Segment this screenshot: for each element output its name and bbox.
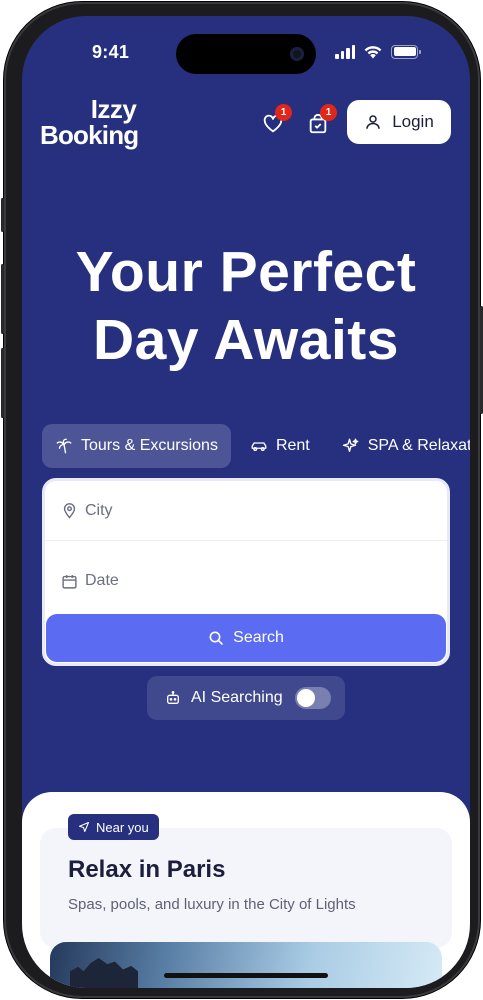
battery-icon [391,44,421,59]
date-field[interactable]: Date [45,551,447,611]
home-indicator[interactable] [164,973,328,978]
volume-down-button [1,348,4,418]
calendar-icon [62,574,77,589]
cellular-signal-icon [335,44,355,59]
tab-tours-excursions[interactable]: Tours & Excursions [42,424,231,468]
logo-line-2: Booking [40,120,139,150]
clock: 9:41 [92,42,130,62]
volume-up-button [1,264,4,334]
chip-label: Near you [96,819,149,835]
favorites-count-badge: 1 [275,104,292,121]
sparkle-icon [342,438,359,452]
system-indicators [335,44,421,59]
logo-line-1: Izzy [90,94,137,124]
navigation-arrow-icon [78,821,90,833]
cart-button[interactable]: 1 [305,104,337,136]
city-placeholder: City [85,501,113,519]
favorites-button[interactable]: 1 [260,104,292,136]
mute-switch [1,198,4,232]
ai-searching-switch[interactable] [294,687,331,709]
featured-title: Relax in Paris [68,856,226,883]
login-button[interactable]: Login [347,100,451,144]
hero-line-2: Day Awaits [93,308,399,372]
dynamic-island [176,34,316,74]
app-screen: 9:41 Izzy Booking 1 1 Login Your Perfect… [22,16,470,988]
app-logo[interactable]: Izzy Booking [40,94,139,150]
building-silhouette [70,958,138,988]
ai-searching-toggle-row[interactable]: AI Searching [147,676,345,720]
user-icon [366,115,380,129]
near-you-chip: Near you [68,814,159,840]
status-bar: 9:41 [22,16,470,76]
hero-title: Your Perfect Day Awaits [22,238,470,374]
search-card: City Date Search [42,478,450,666]
ai-searching-label: AI Searching [191,689,283,706]
wifi-icon [364,46,382,59]
front-camera [290,47,304,61]
location-pin-icon [63,503,76,519]
car-icon [251,442,267,452]
palm-tree-icon [56,438,72,454]
tab-spa-relaxation[interactable]: SPA & Relaxation [329,424,470,468]
search-button-label: Search [233,629,284,646]
cart-count-badge: 1 [320,104,337,121]
search-button[interactable]: Search [46,614,446,662]
date-placeholder: Date [85,572,119,589]
featured-image[interactable] [50,942,442,988]
phone-frame: 9:41 Izzy Booking 1 1 Login Your Perfect… [1,2,483,998]
tab-rent[interactable]: Rent [237,424,323,468]
hero-line-1: Your Perfect [75,240,417,304]
content-sheet: Near you Relax in Paris Spas, pools, and… [22,792,470,988]
featured-subtitle: Spas, pools, and luxury in the City of L… [68,896,356,913]
tab-label: SPA & Relaxation [367,437,470,454]
category-tabs: Tours & Excursions Rent SPA & Relaxation [42,424,470,468]
search-icon [209,631,223,645]
tab-label: Tours & Excursions [81,437,218,454]
city-field[interactable]: City [45,481,447,541]
login-label: Login [392,112,434,131]
tab-label: Rent [275,437,310,454]
robot-icon [167,691,179,704]
featured-card[interactable] [40,828,452,948]
